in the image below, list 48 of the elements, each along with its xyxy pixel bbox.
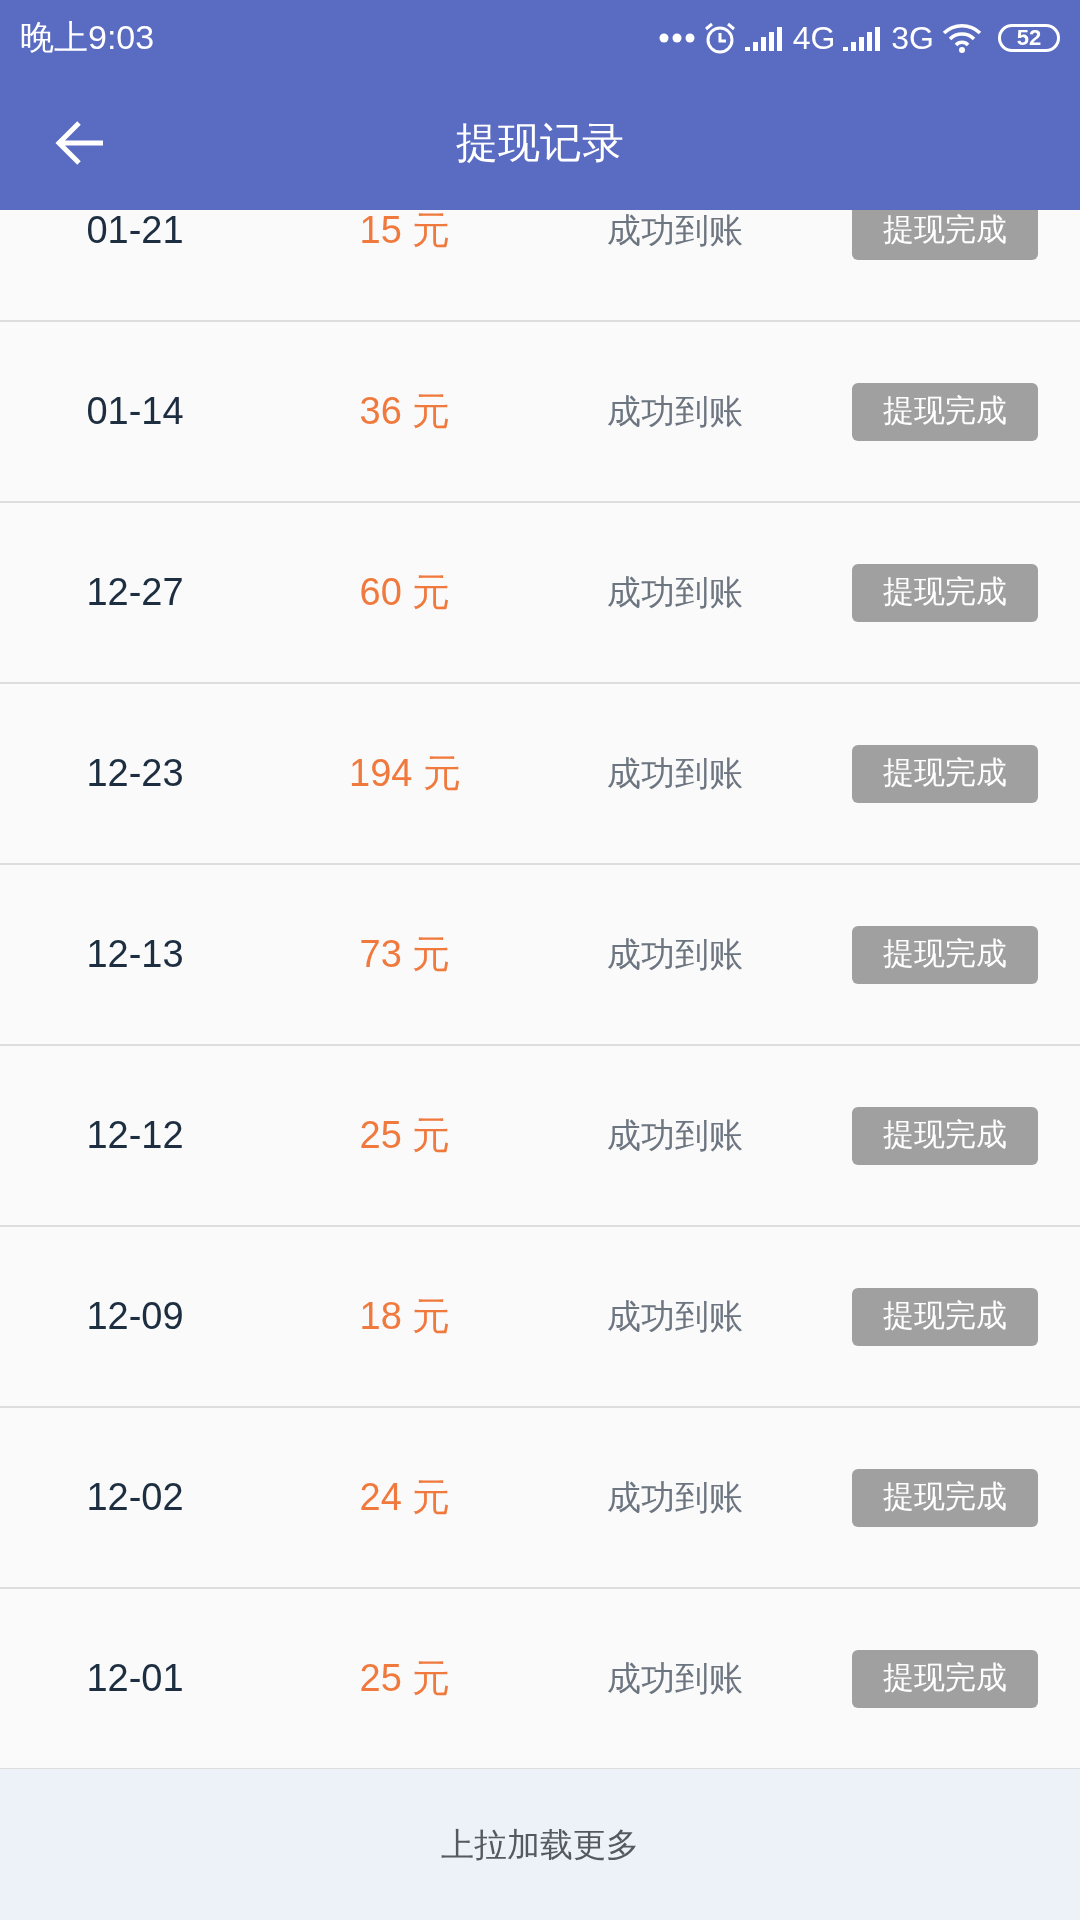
record-date: 12-02: [85, 1475, 185, 1520]
record-amount: 25 元: [358, 1656, 452, 1701]
record-status: 成功到账: [606, 391, 744, 432]
record-amount: 194 元: [348, 751, 462, 796]
record-status: 成功到账: [606, 753, 744, 794]
record-amount: 24 元: [358, 1475, 452, 1520]
withdrawal-complete-button[interactable]: 提现完成: [852, 925, 1038, 984]
withdrawal-complete-button[interactable]: 提现完成: [852, 1287, 1038, 1346]
record-status: 成功到账: [606, 572, 744, 613]
record-amount: 25 元: [358, 1113, 452, 1158]
record-status: 成功到账: [606, 1658, 744, 1699]
record-amount: 15 元: [358, 210, 452, 253]
signal-icon: [744, 24, 785, 51]
record-date: 12-01: [85, 1656, 185, 1701]
record-status: 成功到账: [606, 210, 744, 251]
record-date: 12-12: [85, 1113, 185, 1158]
record-status: 成功到账: [606, 1115, 744, 1156]
wifi-icon: [942, 22, 982, 53]
record-status: 成功到账: [606, 1477, 744, 1518]
withdrawal-complete-button[interactable]: 提现完成: [852, 382, 1038, 441]
record-date: 01-14: [85, 389, 185, 434]
battery-indicator: 52: [998, 23, 1060, 52]
more-icon: [658, 32, 695, 43]
page-title: 提现记录: [456, 118, 624, 168]
record-amount: 36 元: [358, 389, 452, 434]
alarm-icon: [702, 20, 737, 55]
withdrawal-complete-button[interactable]: 提现完成: [852, 744, 1038, 803]
record-date: 12-23: [85, 751, 185, 796]
network-label: 3G: [891, 18, 934, 58]
record-status: 成功到账: [606, 1296, 744, 1337]
record-date: 12-09: [85, 1294, 185, 1339]
status-time: 晚上9:03: [20, 17, 155, 58]
record-date: 12-13: [85, 932, 185, 977]
withdrawal-complete-button[interactable]: 提现完成: [852, 1649, 1038, 1708]
load-more-text[interactable]: 上拉加载更多: [441, 1819, 639, 1870]
record-amount: 18 元: [358, 1294, 452, 1339]
withdrawal-complete-button[interactable]: 提现完成: [852, 563, 1038, 622]
record-status: 成功到账: [606, 934, 744, 975]
record-amount: 60 元: [358, 570, 452, 615]
record-date: 12-27: [85, 570, 185, 615]
back-arrow-icon: [55, 120, 105, 166]
record-amount: 73 元: [358, 932, 452, 977]
withdrawal-complete-button[interactable]: 提现完成: [852, 1106, 1038, 1165]
withdrawal-complete-button[interactable]: 提现完成: [852, 1468, 1038, 1527]
withdrawal-complete-button[interactable]: 提现完成: [852, 210, 1038, 260]
network-label: 4G: [792, 18, 836, 58]
back-button[interactable]: [55, 120, 105, 166]
record-date: 01-21: [85, 210, 185, 253]
